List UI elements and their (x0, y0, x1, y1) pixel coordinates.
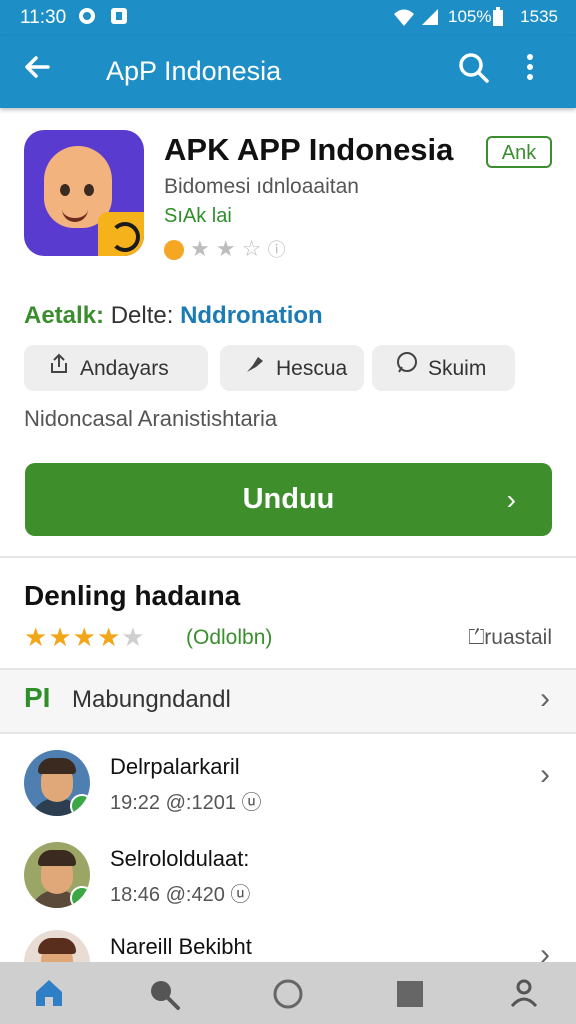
install-chip[interactable]: Ank (486, 136, 552, 168)
reviews-title: Denling hadaına (24, 580, 241, 611)
avatar (24, 842, 90, 908)
divider (0, 556, 576, 558)
app-icon-eye-left (60, 184, 70, 196)
chip-label: Andayars (80, 357, 169, 380)
battery-icon (492, 7, 504, 31)
divider (0, 732, 576, 734)
developer-link[interactable]: SıAk lai (164, 205, 232, 228)
reviews-section-row[interactable]: PI Mabungndandl › (0, 670, 576, 732)
avatar (24, 750, 90, 816)
verified-badge-icon (70, 886, 90, 908)
info-icon: ⓘ (267, 240, 286, 260)
app-rating-stars: ★ ★ ☆ ⓘ (164, 236, 286, 262)
review-time: 18:46 @:420 ⓤ (110, 884, 251, 906)
app-category: Nidoncasal Aranistishtaria (24, 406, 278, 431)
app-bar-title: ApP Indonesia (106, 56, 282, 86)
search-icon[interactable] (146, 976, 182, 1012)
section-row-label: Mabungndandl (72, 686, 231, 713)
share-icon (46, 345, 72, 391)
review-time: 19:22 @:1201 ⓤ (110, 792, 262, 814)
chip-label: Hescua (276, 357, 348, 380)
star-outline-icon: ☆ (241, 236, 262, 261)
chevron-right-icon: › (540, 758, 550, 791)
reviewer-name: Nareill Bekibht (110, 934, 252, 959)
reviewer-name: Delrpalarkaril (110, 754, 240, 779)
status-clock-right: 1535 (520, 7, 558, 26)
star-icon: ★ (215, 236, 236, 261)
chip-label: Skuim (428, 357, 487, 380)
chevron-right-icon: › (540, 682, 550, 715)
app-title: APK APP Indonesia (164, 132, 454, 167)
store-logo-icon: PI (24, 682, 51, 713)
meta-mid: Delte: (104, 302, 181, 329)
download-label: Unduu (242, 483, 335, 515)
search-icon[interactable] (456, 50, 496, 90)
coin-icon (164, 240, 184, 261)
chevron-right-icon: › (506, 484, 516, 515)
circle-icon[interactable] (270, 976, 306, 1012)
avatar-hair (38, 938, 76, 954)
chip-chat[interactable]: Skuim (372, 345, 515, 391)
status-time: 11:30 (20, 7, 67, 28)
meta-key: Aetalk: (24, 302, 105, 329)
app-icon-eye-right (84, 184, 94, 196)
bottom-nav (0, 962, 576, 1024)
reviews-rating-stars: ★★★★★ (24, 622, 146, 653)
list-item[interactable]: Delrpalarkaril 19:22 @:1201 ⓤ › (0, 750, 576, 830)
star-icon: ★ (48, 622, 73, 652)
reviews-right-label: ruastail (484, 626, 552, 649)
home-icon[interactable] (32, 976, 68, 1012)
battery-percent: 105% (448, 7, 492, 26)
chat-icon (394, 345, 420, 391)
avatar-hair (38, 758, 76, 774)
back-arrow-icon[interactable] (22, 52, 52, 89)
app-notification-icon (110, 7, 128, 29)
reviewer-name: Selrololdulaat: (110, 846, 250, 871)
app-subtitle: Bidomesi ıdnloaaitan (164, 175, 359, 198)
reviews-count: (Odlolbn) (186, 626, 273, 649)
download-button[interactable]: Unduu › (25, 463, 552, 536)
square-icon[interactable] (392, 976, 428, 1012)
wifi-icon (392, 7, 416, 31)
chip-pin[interactable]: Hescua (220, 345, 364, 391)
notification-icon (78, 7, 96, 29)
app-icon-badge-glyph (110, 222, 140, 252)
verified-badge-icon (70, 794, 90, 816)
reviews-right-link[interactable]: ⏍ruastail (468, 626, 552, 650)
pin-icon (242, 345, 268, 391)
meta-value[interactable]: Nddronation (180, 302, 323, 329)
chip-share[interactable]: Andayars (24, 345, 208, 391)
avatar-hair (38, 850, 76, 866)
account-icon[interactable] (506, 976, 542, 1012)
calendar-icon: ⏍ (468, 626, 485, 649)
star-icon: ★ (24, 622, 49, 652)
star-empty-icon: ★ (121, 622, 146, 652)
status-bar: 11:30 105% 1535 (0, 0, 576, 36)
list-item[interactable]: Selrololdulaat: 18:46 @:420 ⓤ (0, 842, 576, 922)
star-icon: ★ (190, 236, 210, 261)
star-icon: ★ (96, 622, 122, 652)
star-icon: ★ (72, 622, 97, 652)
app-meta-line: Aetalk: Delte: Nddronation (24, 302, 323, 330)
app-bar: ApP Indonesia (0, 36, 576, 108)
signal-icon (420, 7, 440, 31)
overflow-menu-icon[interactable] (526, 52, 534, 91)
